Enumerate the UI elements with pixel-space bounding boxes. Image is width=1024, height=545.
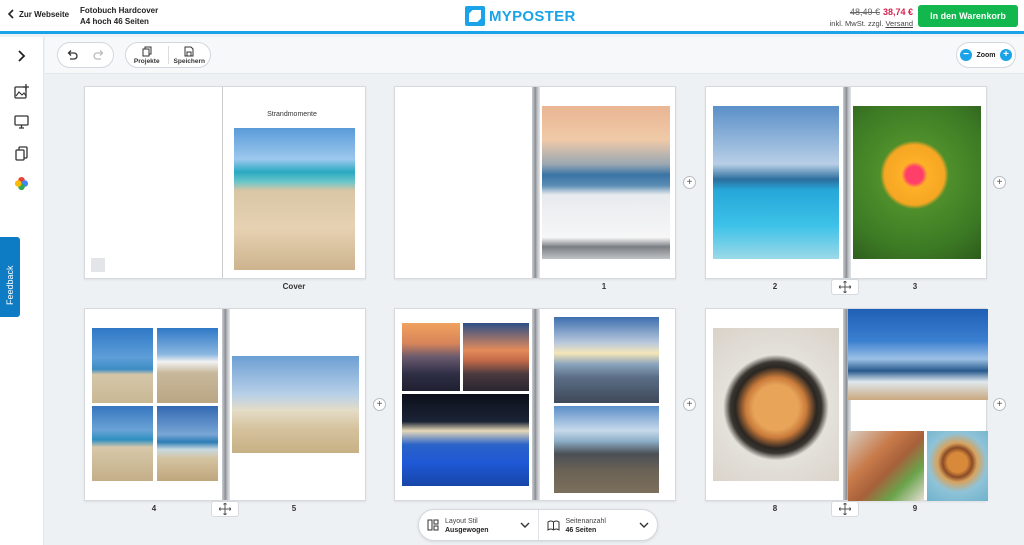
chevron-down-icon	[520, 522, 529, 528]
spread-pages-2-3[interactable]	[705, 86, 987, 279]
page-label: Cover	[282, 282, 306, 291]
sunset-pool-photo[interactable]	[402, 323, 460, 391]
projects-label: Projekte	[133, 57, 160, 65]
tax-note: inkl. MwSt. zzgl.	[829, 19, 884, 28]
couple-walking-beach-photo[interactable]	[232, 356, 359, 453]
move-icon[interactable]	[831, 279, 859, 295]
top-bar: Zur Webseite Fotobuch Hardcover A4 hoch …	[0, 0, 1024, 34]
old-price: 48,49 €	[849, 7, 880, 17]
spread-cover[interactable]: Strandmomente	[84, 86, 366, 279]
add-to-cart-button[interactable]: In den Warenkorb	[918, 5, 1018, 27]
project-actions-group: Projekte Speichern	[125, 42, 211, 68]
chevron-left-icon	[7, 9, 14, 19]
save-icon	[184, 46, 194, 56]
burger-photo[interactable]	[927, 431, 988, 501]
feedback-tab[interactable]: Feedback	[0, 237, 20, 317]
google-photos-icon[interactable]	[12, 174, 30, 192]
beach-shore-photo[interactable]	[92, 406, 153, 481]
rocky-beach-photo[interactable]	[554, 406, 659, 493]
page-label: 1	[601, 282, 607, 291]
product-title: Fotobuch Hardcover	[80, 6, 159, 15]
zoom-control: − Zoom +	[956, 42, 1016, 68]
cover-fold	[222, 87, 223, 278]
beach-village-photo[interactable]	[157, 328, 218, 403]
placeholder-square	[91, 258, 105, 272]
layout-icon	[427, 519, 439, 531]
spread-pages-6-7[interactable]	[394, 308, 676, 501]
cover-beach-photo[interactable]	[234, 128, 355, 270]
beach-waves-photo[interactable]	[157, 406, 218, 481]
spine	[532, 87, 540, 278]
editor-toolbar: Projekte Speichern − Zoom +	[45, 37, 1024, 74]
page-label: 8	[772, 504, 778, 513]
back-to-website-link[interactable]: Zur Webseite	[7, 9, 69, 19]
save-label: Speichern	[173, 57, 205, 65]
monitor-icon[interactable]	[12, 113, 30, 131]
spread-pages-8-9[interactable]	[705, 308, 988, 501]
page-label: 4	[151, 504, 157, 513]
spine	[532, 309, 540, 500]
zoom-in-button[interactable]: +	[1000, 49, 1012, 61]
myposter-logo: MYPOSTER	[465, 6, 576, 26]
add-page-button[interactable]: +	[683, 176, 696, 189]
image-add-icon[interactable]	[12, 82, 30, 100]
grilled-fish-photo[interactable]	[848, 431, 924, 501]
page-count-title: Seitenanzahl	[565, 517, 606, 525]
airplane-window-sunset-photo[interactable]	[542, 106, 670, 259]
new-price: 38,74 €	[882, 7, 913, 17]
sunset-shore-photo[interactable]	[554, 317, 659, 403]
move-icon[interactable]	[211, 501, 239, 517]
cover-title[interactable]: Strandmomente	[227, 111, 357, 121]
zoom-label: Zoom	[976, 51, 996, 59]
redo-icon[interactable]	[93, 50, 105, 60]
projects-icon	[142, 46, 152, 56]
infinity-pool-photo[interactable]	[713, 106, 839, 259]
spread-pages-4-5[interactable]	[84, 308, 366, 501]
add-page-button[interactable]: +	[993, 176, 1006, 189]
shipping-link[interactable]: Versand	[885, 19, 913, 28]
layout-style-value: Ausgewogen	[445, 526, 489, 534]
pages-icon[interactable]	[12, 144, 30, 162]
shrimp-dish-photo[interactable]	[713, 328, 839, 481]
move-icon[interactable]	[831, 501, 859, 517]
page-label: 5	[291, 504, 297, 513]
sunset-terrace-photo[interactable]	[463, 323, 529, 391]
ocean-waves-photo[interactable]	[848, 309, 988, 400]
hibiscus-flower-photo[interactable]	[853, 106, 981, 259]
logo-icon	[465, 6, 485, 26]
add-page-button[interactable]: +	[373, 398, 386, 411]
page-label: 2	[772, 282, 778, 291]
product-info: Fotobuch Hardcover A4 hoch 46 Seiten	[80, 5, 158, 27]
price-block: 48,49 €38,74 € inkl. MwSt. zzgl. Versand	[830, 5, 913, 29]
zoom-out-button[interactable]: −	[960, 49, 972, 61]
night-pool-photo[interactable]	[402, 394, 529, 486]
page-label: 3	[912, 282, 918, 291]
page-count-dropdown[interactable]: Seitenanzahl 46 Seiten	[537, 510, 658, 540]
undo-icon[interactable]	[66, 50, 78, 60]
product-subtitle: A4 hoch 46 Seiten	[80, 17, 149, 26]
layout-style-dropdown[interactable]: Layout Stil Ausgewogen	[419, 510, 538, 540]
layout-style-title: Layout Stil	[445, 517, 478, 525]
spread-page-1[interactable]	[394, 86, 676, 279]
book-icon	[547, 520, 559, 531]
add-page-button[interactable]: +	[993, 398, 1006, 411]
add-page-button[interactable]: +	[683, 398, 696, 411]
spine	[843, 87, 851, 278]
chevron-right-icon[interactable]	[12, 47, 30, 65]
beach-person-photo[interactable]	[92, 328, 153, 403]
projects-button[interactable]: Projekte	[126, 46, 168, 65]
back-label: Zur Webseite	[19, 9, 70, 19]
undo-redo-group	[57, 42, 114, 68]
feedback-label: Feedback	[5, 265, 15, 305]
page-count-value: 46 Seiten	[565, 526, 597, 534]
save-button[interactable]: Speichern	[169, 46, 211, 65]
page-label: 9	[912, 504, 918, 513]
spine	[222, 309, 230, 500]
chevron-down-icon	[639, 522, 649, 528]
logo-text: MYPOSTER	[489, 7, 576, 25]
bottom-settings-bar: Layout Stil Ausgewogen Seitenanzahl 46 S…	[418, 509, 658, 541]
